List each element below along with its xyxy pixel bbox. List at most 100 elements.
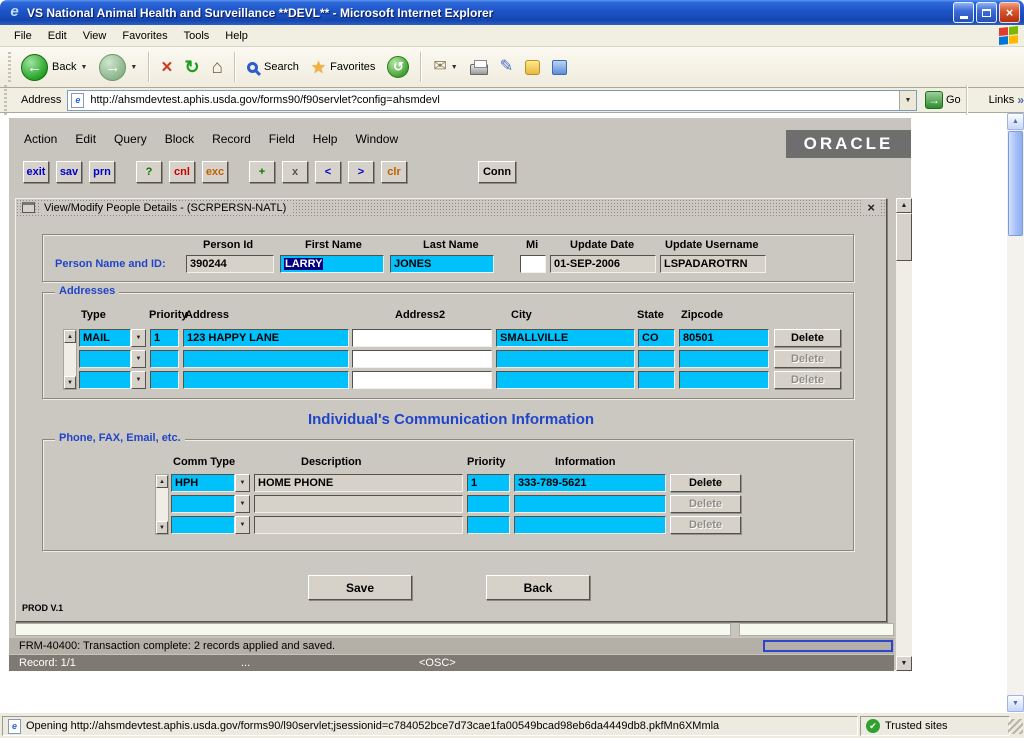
- first-name-field[interactable]: LARRY: [280, 255, 384, 273]
- delete-address-button[interactable]: Delete: [774, 329, 841, 347]
- messenger-button[interactable]: [519, 58, 546, 77]
- print-button[interactable]: [464, 57, 494, 77]
- resize-grip[interactable]: [1008, 719, 1023, 734]
- links-button[interactable]: Links »: [989, 93, 1024, 107]
- comm-type-field[interactable]: [171, 495, 235, 513]
- address-type-dropdown-button[interactable]: ▼: [131, 371, 146, 389]
- address2-field[interactable]: [352, 350, 492, 368]
- go-button[interactable]: → Go: [925, 91, 961, 109]
- address-type-dropdown-button[interactable]: ▼: [131, 329, 146, 347]
- zipcode-field[interactable]: [679, 371, 769, 389]
- addressbar-grip[interactable]: [4, 85, 7, 115]
- city-field[interactable]: [496, 371, 635, 389]
- comm-type-field[interactable]: [171, 516, 235, 534]
- close-button[interactable]: ×: [999, 2, 1020, 23]
- mail-button[interactable]: ✉ ▼: [427, 57, 463, 77]
- address-field[interactable]: [183, 350, 349, 368]
- mi-field[interactable]: [520, 255, 546, 273]
- back-dropdown-icon[interactable]: ▼: [80, 64, 87, 71]
- scrollbar-thumb[interactable]: [1008, 131, 1023, 236]
- address-type-field[interactable]: MAIL: [79, 329, 131, 347]
- oracle-menu-field[interactable]: Field: [260, 130, 304, 148]
- forward-dropdown-icon[interactable]: ▼: [130, 64, 137, 71]
- delete-comm-button[interactable]: Delete: [670, 474, 741, 492]
- form-window-titlebar[interactable]: View/Modify People Details - (SCRPERSN-N…: [16, 199, 886, 216]
- address-priority-field[interactable]: [150, 350, 179, 368]
- menu-help[interactable]: Help: [217, 28, 256, 44]
- last-name-field[interactable]: JONES: [390, 255, 494, 273]
- address-input[interactable]: e http://ahsmdevtest.aphis.usda.gov/form…: [67, 90, 917, 111]
- menu-file[interactable]: File: [6, 28, 40, 44]
- stop-button[interactable]: ×: [155, 56, 178, 79]
- insert-record-button[interactable]: +: [249, 161, 275, 183]
- form-close-icon[interactable]: ×: [862, 200, 880, 215]
- address-type-field[interactable]: [79, 350, 131, 368]
- clear-toolbar-button[interactable]: clr: [381, 161, 407, 183]
- menu-view[interactable]: View: [75, 28, 115, 44]
- help-toolbar-button[interactable]: ?: [136, 161, 162, 183]
- oracle-menu-window[interactable]: Window: [346, 130, 407, 148]
- oracle-menu-action[interactable]: Action: [15, 130, 66, 148]
- forward-button[interactable]: → ▼: [93, 52, 143, 83]
- update-username-field[interactable]: LSPADAROTRN: [660, 255, 766, 273]
- scroll-up-button[interactable]: ▲: [1007, 113, 1024, 130]
- home-button[interactable]: ⌂: [206, 56, 229, 79]
- information-field[interactable]: [514, 495, 666, 513]
- information-field[interactable]: 333-789-5621: [514, 474, 666, 492]
- information-field[interactable]: [514, 516, 666, 534]
- mail-dropdown-icon[interactable]: ▼: [451, 64, 458, 71]
- oracle-menu-help[interactable]: Help: [304, 130, 347, 148]
- menu-favorites[interactable]: Favorites: [114, 28, 175, 44]
- comm-priority-field[interactable]: 1: [467, 474, 510, 492]
- scroll-up-button[interactable]: ▲: [896, 198, 912, 213]
- execute-toolbar-button[interactable]: exc: [202, 161, 228, 183]
- city-field[interactable]: [496, 350, 635, 368]
- search-button[interactable]: Search: [241, 59, 305, 75]
- scroll-down-button[interactable]: ▼: [1007, 695, 1024, 712]
- comm-type-dropdown-button[interactable]: ▼: [235, 495, 250, 513]
- address-priority-field[interactable]: 1: [150, 329, 179, 347]
- back-button[interactable]: ← Back ▼: [15, 52, 93, 83]
- comm-type-dropdown-button[interactable]: ▼: [235, 474, 250, 492]
- save-button[interactable]: Save: [308, 575, 412, 600]
- minimize-button[interactable]: [953, 2, 974, 23]
- menu-tools[interactable]: Tools: [176, 28, 218, 44]
- scrollbar-thumb[interactable]: [896, 213, 912, 261]
- menu-edit[interactable]: Edit: [40, 28, 75, 44]
- comm-type-field[interactable]: HPH: [171, 474, 235, 492]
- cancel-toolbar-button[interactable]: cnl: [169, 161, 195, 183]
- security-zone-panel[interactable]: ✔ Trusted sites: [860, 716, 1010, 736]
- state-field[interactable]: CO: [638, 329, 675, 347]
- state-field[interactable]: [638, 350, 675, 368]
- exit-button[interactable]: exit: [23, 161, 49, 183]
- address-dropdown-button[interactable]: ▼: [899, 91, 916, 110]
- update-date-field[interactable]: 01-SEP-2006: [550, 255, 656, 273]
- history-button[interactable]: ↺: [381, 54, 415, 80]
- remove-record-button[interactable]: x: [282, 161, 308, 183]
- zipcode-field[interactable]: [679, 350, 769, 368]
- address2-field[interactable]: [352, 329, 492, 347]
- description-field[interactable]: [254, 495, 463, 513]
- description-field[interactable]: [254, 516, 463, 534]
- print-toolbar-button[interactable]: prn: [89, 161, 115, 183]
- edit-button[interactable]: ✎: [494, 57, 519, 77]
- scroll-down-button[interactable]: ▼: [896, 656, 912, 671]
- refresh-button[interactable]: ↻: [178, 56, 205, 78]
- research-button[interactable]: [546, 58, 573, 77]
- oracle-menu-record[interactable]: Record: [203, 130, 260, 148]
- oracle-menu-block[interactable]: Block: [156, 130, 203, 148]
- address2-field[interactable]: [352, 371, 492, 389]
- toolbar-grip[interactable]: [8, 52, 11, 82]
- oracle-menu-edit[interactable]: Edit: [66, 130, 105, 148]
- comm-priority-field[interactable]: [467, 516, 510, 534]
- maximize-button[interactable]: [976, 2, 997, 23]
- address-type-dropdown-button[interactable]: ▼: [131, 350, 146, 368]
- address-priority-field[interactable]: [150, 371, 179, 389]
- zipcode-field[interactable]: 80501: [679, 329, 769, 347]
- conn-button[interactable]: Conn: [478, 161, 516, 183]
- favorites-button[interactable]: ★ Favorites: [305, 57, 382, 78]
- person-id-field[interactable]: 390244: [186, 255, 274, 273]
- address-field[interactable]: 123 HAPPY LANE: [183, 329, 349, 347]
- description-field[interactable]: HOME PHONE: [254, 474, 463, 492]
- save-toolbar-button[interactable]: sav: [56, 161, 82, 183]
